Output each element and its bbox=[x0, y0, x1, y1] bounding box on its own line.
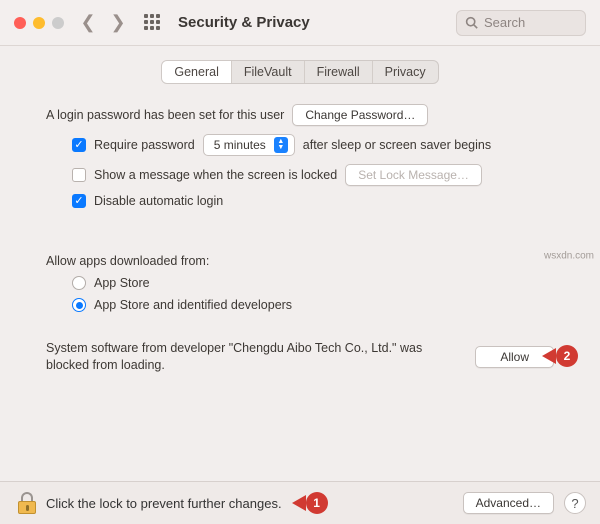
tab-privacy[interactable]: Privacy bbox=[373, 61, 438, 83]
allow-apps-section: Allow apps downloaded from: App Store Ap… bbox=[0, 254, 600, 312]
annotation-marker-1: 1 bbox=[292, 492, 328, 514]
footer-bar: Click the lock to prevent further change… bbox=[0, 481, 600, 524]
require-password-label: Require password bbox=[94, 138, 195, 152]
annotation-marker-2: 2 bbox=[542, 345, 578, 367]
show-message-label: Show a message when the screen is locked bbox=[94, 168, 337, 182]
tab-firewall[interactable]: Firewall bbox=[305, 61, 373, 83]
require-password-delay-select[interactable]: 5 minutes ▲▼ bbox=[203, 134, 295, 156]
search-field[interactable]: Search bbox=[456, 10, 586, 36]
disable-auto-login-label: Disable automatic login bbox=[94, 194, 223, 208]
allow-apps-appstore-radio[interactable] bbox=[72, 276, 86, 290]
traffic-lights bbox=[14, 17, 64, 29]
close-window-icon[interactable] bbox=[14, 17, 26, 29]
show-message-checkbox[interactable] bbox=[72, 168, 86, 182]
window-titlebar: ❮ ❯ Security & Privacy Search bbox=[0, 0, 600, 46]
login-password-section: A login password has been set for this u… bbox=[0, 104, 600, 208]
tab-filevault[interactable]: FileVault bbox=[232, 61, 305, 83]
show-all-icon[interactable] bbox=[144, 14, 162, 32]
advanced-button[interactable]: Advanced… bbox=[463, 492, 554, 514]
allow-apps-identified-label: App Store and identified developers bbox=[94, 298, 292, 312]
back-button[interactable]: ❮ bbox=[78, 12, 98, 33]
delay-value: 5 minutes bbox=[214, 138, 266, 152]
require-password-checkbox[interactable] bbox=[72, 138, 86, 152]
login-password-intro: A login password has been set for this u… bbox=[46, 108, 284, 122]
search-icon bbox=[465, 16, 478, 29]
allow-apps-appstore-label: App Store bbox=[94, 276, 150, 290]
minimize-window-icon[interactable] bbox=[33, 17, 45, 29]
set-lock-message-button: Set Lock Message… bbox=[345, 164, 482, 186]
tab-general[interactable]: General bbox=[162, 61, 231, 83]
content-area: General FileVault Firewall Privacy A log… bbox=[0, 46, 600, 374]
disable-auto-login-checkbox[interactable] bbox=[72, 194, 86, 208]
lock-hint-text: Click the lock to prevent further change… bbox=[46, 496, 282, 511]
blocked-software-row: System software from developer "Chengdu … bbox=[0, 340, 600, 374]
blocked-software-text: System software from developer "Chengdu … bbox=[46, 340, 461, 374]
lock-icon[interactable] bbox=[18, 492, 36, 514]
change-password-button[interactable]: Change Password… bbox=[292, 104, 428, 126]
after-sleep-text: after sleep or screen saver begins bbox=[303, 138, 491, 152]
stepper-icon: ▲▼ bbox=[274, 137, 288, 153]
watermark-text: wsxdn.com bbox=[544, 251, 594, 262]
help-button[interactable]: ? bbox=[564, 492, 586, 514]
zoom-window-icon bbox=[52, 17, 64, 29]
allow-apps-identified-radio[interactable] bbox=[72, 298, 86, 312]
tab-bar: General FileVault Firewall Privacy bbox=[0, 60, 600, 84]
allow-apps-heading: Allow apps downloaded from: bbox=[46, 254, 209, 268]
search-placeholder: Search bbox=[484, 15, 525, 30]
forward-button[interactable]: ❯ bbox=[108, 12, 128, 33]
window-title: Security & Privacy bbox=[178, 14, 310, 31]
